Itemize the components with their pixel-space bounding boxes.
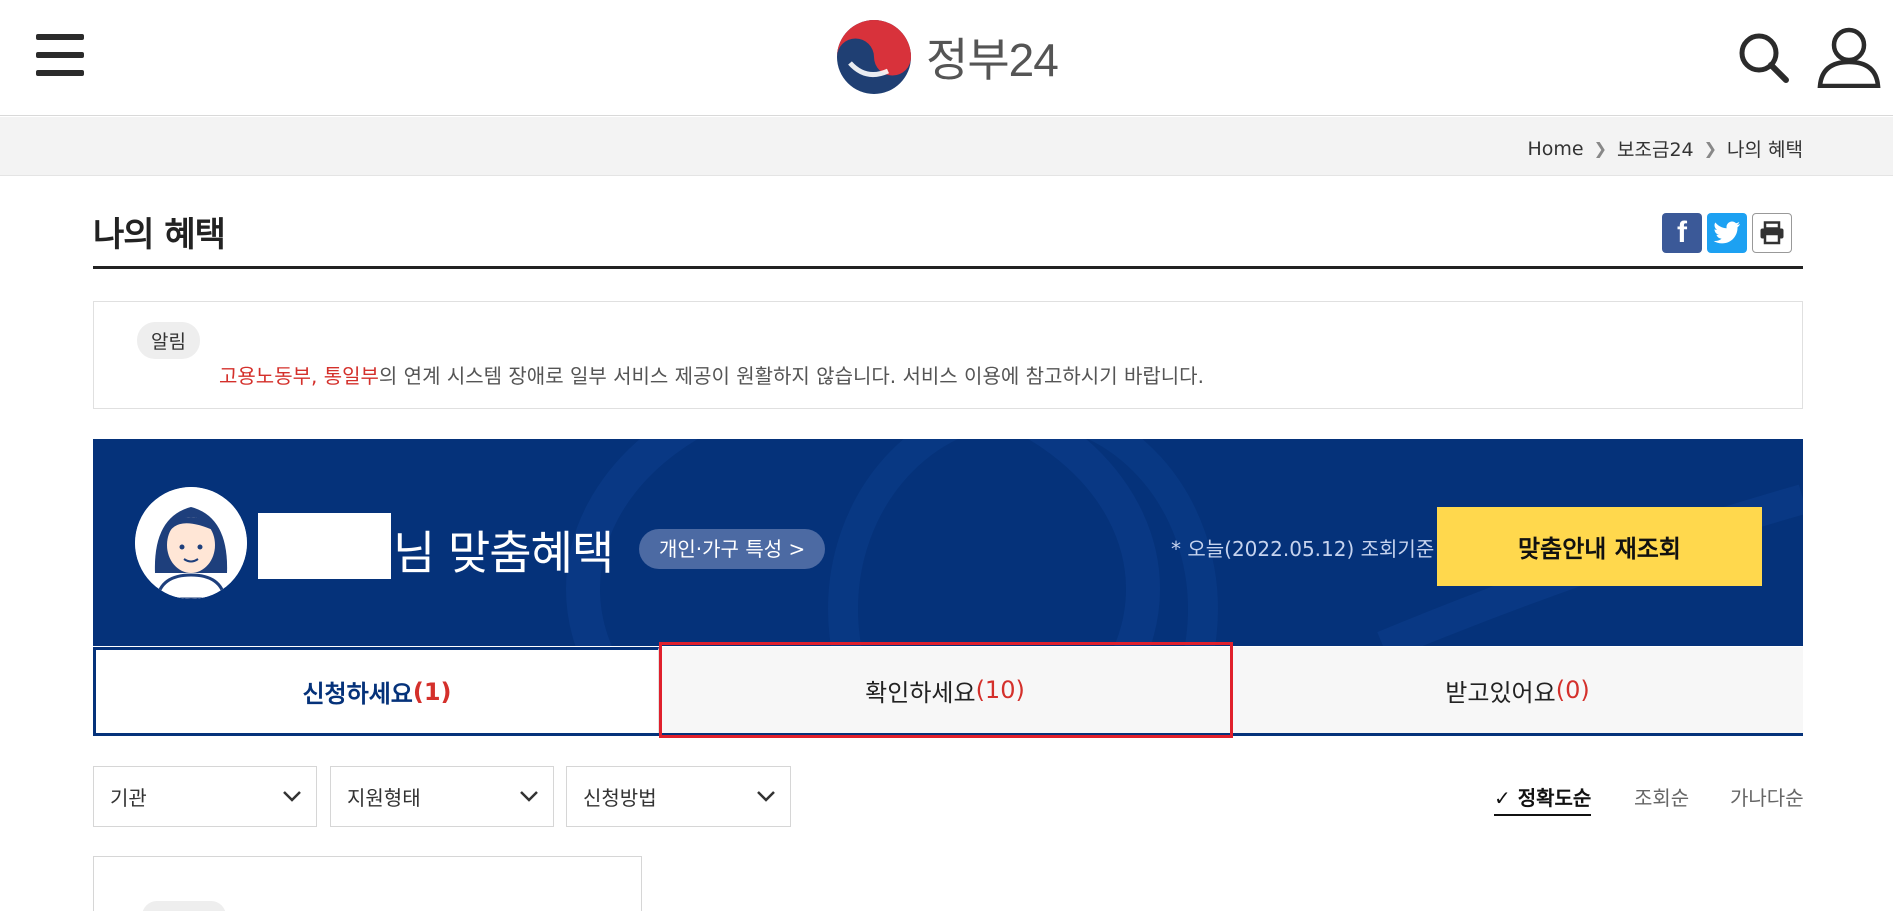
filter-support-type-label: 지원형태: [347, 786, 421, 810]
search-icon[interactable]: [1736, 30, 1792, 86]
sort-accuracy-label: 정확도순: [1517, 786, 1592, 810]
sort-alphabetical[interactable]: 가나다순: [1730, 782, 1804, 811]
hamburger-menu-icon[interactable]: [36, 34, 84, 76]
notice-message: 고용노동부, 통일부의 연계 시스템 장애로 일부 서비스 제공이 원활하지 않…: [219, 360, 1204, 389]
title-divider: [93, 266, 1803, 269]
benefit-tabs: 신청하세요 (1) 확인하세요 (10) 받고있어요 (0): [93, 647, 1803, 736]
tab-apply-count: (1): [412, 677, 452, 706]
filter-apply-method-label: 신청방법: [583, 786, 657, 810]
taegeuk-logo-icon: [837, 20, 911, 94]
tab-receiving-label: 받고있어요: [1445, 678, 1556, 707]
tab-apply[interactable]: 신청하세요 (1): [93, 647, 659, 733]
filter-agency-label: 기관: [110, 786, 147, 810]
notice-highlight: 고용노동부, 통일부: [219, 364, 379, 388]
print-icon[interactable]: [1752, 213, 1792, 253]
filter-apply-method-select[interactable]: 신청방법: [566, 766, 791, 827]
tab-check[interactable]: 확인하세요 (10): [659, 647, 1232, 733]
filter-agency-select[interactable]: 기관: [93, 766, 317, 827]
logo-text: 정부24: [926, 34, 1059, 86]
site-header: 정부24: [0, 0, 1893, 116]
filter-support-type-select[interactable]: 지원형태: [330, 766, 554, 827]
tab-apply-label: 신청하세요: [302, 680, 413, 708]
facebook-icon[interactable]: f: [1662, 213, 1702, 253]
custom-benefit-banner: 님 맞춤혜택 개인·가구 특성 > * 오늘(2022.05.12) 조회기준 …: [93, 439, 1803, 646]
breadcrumb-bar: Home ❯ 보조금24 ❯ 나의 혜택: [0, 117, 1893, 176]
tab-receiving[interactable]: 받고있어요 (0): [1232, 647, 1803, 733]
card-badge: [142, 901, 226, 911]
avatar: [135, 487, 247, 599]
chevron-down-icon: [283, 791, 301, 802]
sort-accuracy[interactable]: ✓ 정확도순: [1494, 782, 1592, 816]
breadcrumb-subsidy24[interactable]: 보조금24: [1617, 135, 1694, 162]
chevron-down-icon: [520, 791, 538, 802]
notice-body: 의 연계 시스템 장애로 일부 서비스 제공이 원활하지 않습니다. 서비스 이…: [378, 364, 1204, 388]
chevron-down-icon: [757, 791, 775, 802]
check-icon: ✓: [1494, 786, 1511, 810]
breadcrumb-home[interactable]: Home: [1527, 138, 1583, 160]
household-trait-button[interactable]: 개인·가구 특성 >: [639, 529, 826, 569]
breadcrumb: Home ❯ 보조금24 ❯ 나의 혜택: [1527, 135, 1803, 162]
user-icon[interactable]: [1816, 26, 1882, 89]
sort-views[interactable]: 조회순: [1634, 782, 1689, 811]
chevron-right-icon: ❯: [1703, 139, 1718, 158]
tab-check-count: (10): [975, 676, 1025, 704]
share-icons: f: [1662, 213, 1792, 253]
tab-check-label: 확인하세요: [865, 678, 976, 707]
benefit-title: 님 맞춤혜택: [393, 526, 614, 580]
notice-box: 알림 고용노동부, 통일부의 연계 시스템 장애로 일부 서비스 제공이 원활하…: [93, 301, 1803, 409]
benefit-card[interactable]: [93, 856, 642, 911]
requery-button[interactable]: 맞춤안내 재조회: [1437, 507, 1762, 586]
chevron-right-icon: ❯: [1593, 139, 1607, 158]
notice-badge: 알림: [137, 322, 200, 359]
gov24-logo[interactable]: 정부24: [836, 18, 1059, 96]
tab-receiving-count: (0): [1555, 676, 1590, 704]
twitter-icon[interactable]: [1707, 213, 1747, 253]
facebook-glyph: f: [1677, 216, 1687, 249]
redacted-user-name: [258, 513, 391, 579]
reference-date: * 오늘(2022.05.12) 조회기준: [1171, 537, 1435, 561]
page-title: 나의 혜택: [93, 215, 226, 255]
breadcrumb-current: 나의 혜택: [1727, 139, 1803, 161]
